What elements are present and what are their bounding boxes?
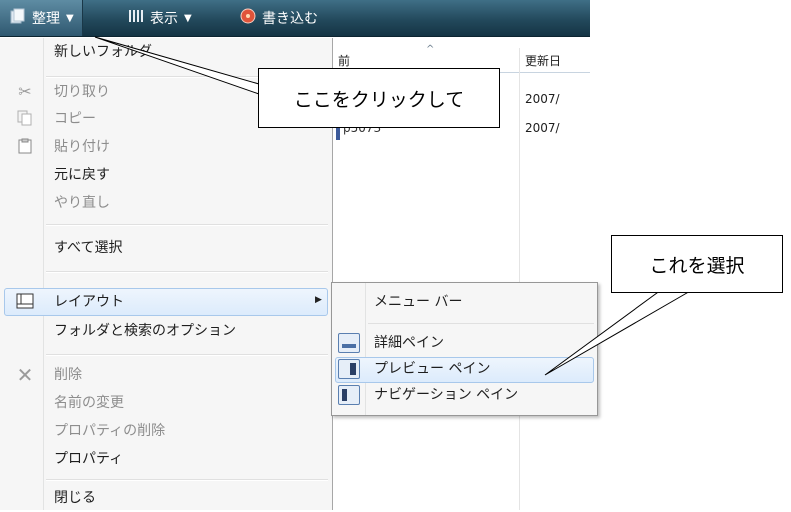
callout-text: ここをクリックして xyxy=(293,88,465,111)
callout-select-this: これを選択 xyxy=(611,235,783,293)
callout-text: これを選択 xyxy=(649,254,745,277)
callout-click-here: ここをクリックして xyxy=(258,68,500,128)
